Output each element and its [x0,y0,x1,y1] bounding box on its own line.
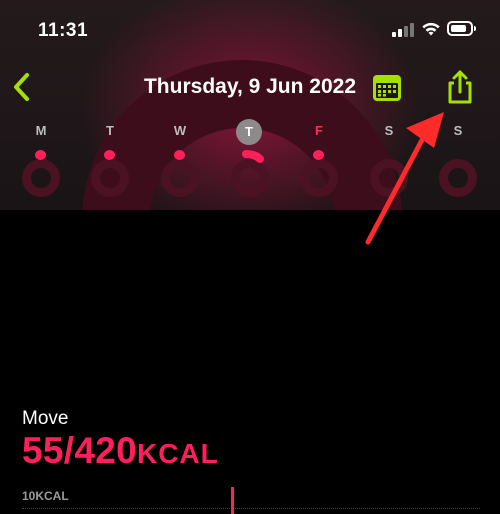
day-tuesday[interactable]: T [82,118,138,208]
page-title: Thursday, 9 Jun 2022 [143,75,357,98]
day-friday[interactable]: F [291,118,347,208]
ring-progress-arc [242,150,264,163]
ring-progress-dot [104,150,115,160]
day-activity-ring [22,159,60,197]
day-letter-selected: T [236,119,262,145]
day-letter: F [315,123,323,138]
wifi-icon [422,22,440,36]
move-amount: 55/420 [22,430,137,471]
move-label: Move [22,408,69,429]
battery-icon [447,21,476,36]
day-activity-ring [300,159,338,197]
graph-bar [231,487,234,514]
day-wednesday[interactable]: W [152,118,208,208]
status-time: 11:31 [38,20,89,41]
cellular-signal-icon [392,23,416,37]
status-bar: 11:31 [0,0,500,60]
move-unit: KCAL [136,438,219,469]
ring-progress-dot [35,150,46,160]
ring-progress-dot [174,150,185,160]
day-thursday[interactable]: T [222,118,278,208]
ring-progress-dot [313,150,324,160]
move-value: 55/420KCAL [22,430,219,472]
day-activity-ring [161,159,199,197]
day-letter: W [173,123,187,138]
day-letter: M [35,123,47,138]
day-letter: T [106,123,114,138]
graph-baseline [22,508,480,509]
day-monday[interactable]: M [13,118,69,208]
day-activity-ring [231,159,269,197]
day-activity-ring [91,159,129,197]
red-arrow-annotation [365,112,444,245]
graph-scale-label: 10KCAL [22,489,69,503]
